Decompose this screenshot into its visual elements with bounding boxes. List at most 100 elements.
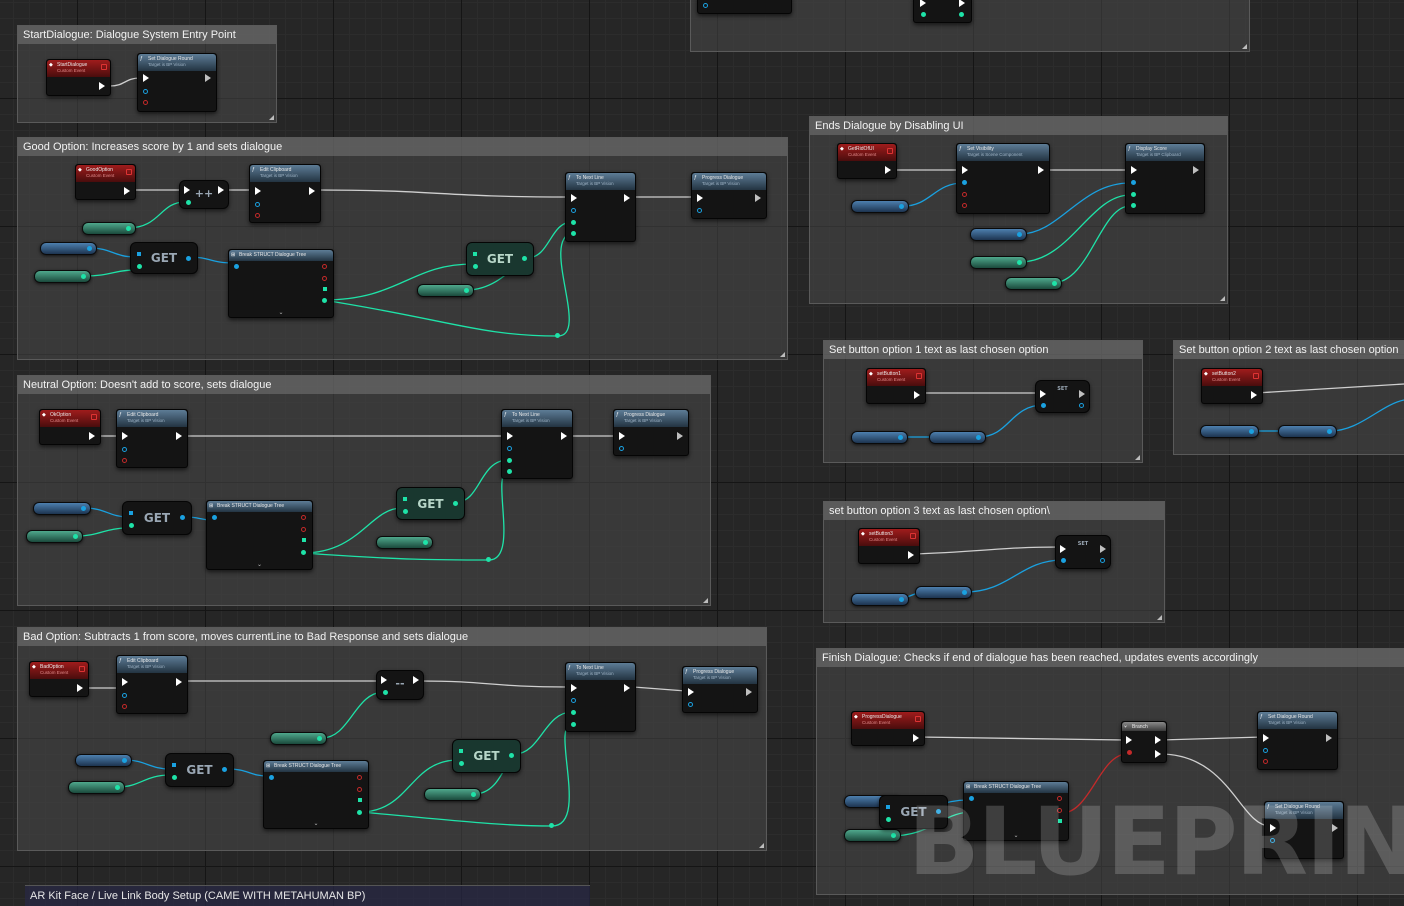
output-pin[interactable] <box>899 204 904 209</box>
delegate-pin[interactable] <box>910 533 916 539</box>
output-pin[interactable] <box>115 785 120 790</box>
event-node-get-rid-of-ui[interactable]: ◆ GetRidOfUI Custom Event <box>837 143 897 179</box>
exec-false-pin[interactable] <box>1155 750 1161 758</box>
output-pin[interactable] <box>122 758 127 763</box>
output-pin[interactable] <box>1327 429 1332 434</box>
output-pin[interactable] <box>81 506 86 511</box>
output-pin[interactable] <box>323 287 327 291</box>
exec-out-pin[interactable] <box>1193 166 1199 174</box>
exec-in-pin[interactable] <box>920 0 926 7</box>
exec-out-pin[interactable] <box>746 688 752 696</box>
exec-out-pin[interactable] <box>77 684 83 692</box>
delegate-pin[interactable] <box>126 169 132 175</box>
output-pin[interactable] <box>358 798 362 802</box>
variable-node[interactable] <box>82 222 136 235</box>
input-pin[interactable] <box>122 458 127 463</box>
exec-out-pin[interactable] <box>885 166 891 174</box>
array-in-pin[interactable] <box>172 763 176 767</box>
exec-in-pin[interactable] <box>688 688 694 696</box>
variable-node[interactable] <box>40 242 97 255</box>
output-pin[interactable] <box>322 298 327 303</box>
exec-out-pin[interactable] <box>755 194 761 202</box>
variable-node[interactable] <box>851 593 909 606</box>
index-in-pin[interactable] <box>172 775 177 780</box>
exec-in-pin[interactable] <box>1126 736 1132 744</box>
output-pin[interactable] <box>322 264 327 269</box>
comment-title[interactable]: Ends Dialogue by Disabling UI <box>810 117 1227 135</box>
exec-in-pin[interactable] <box>122 678 128 686</box>
get-array-node[interactable]: GET <box>165 753 234 787</box>
set-variable-node[interactable]: SET <box>1035 380 1090 413</box>
input-pin[interactable] <box>703 3 708 8</box>
exec-true-pin[interactable] <box>1155 736 1161 744</box>
exec-out-pin[interactable] <box>624 684 630 692</box>
output-pin[interactable] <box>453 501 458 506</box>
output-pin[interactable] <box>898 435 903 440</box>
exec-out-pin[interactable] <box>124 187 130 195</box>
delegate-pin[interactable] <box>1253 373 1259 379</box>
exec-in-pin[interactable] <box>381 676 387 684</box>
variable-node[interactable] <box>417 284 474 297</box>
input-pin[interactable] <box>122 704 127 709</box>
delegate-pin[interactable] <box>915 716 921 722</box>
variable-node[interactable] <box>1005 277 1062 290</box>
variable-node[interactable] <box>929 431 986 444</box>
event-node-bad-option[interactable]: ◆ BadOption Custom Event <box>29 661 89 697</box>
func-node-edit-clipboard[interactable]: ƒ Edit Clipboard Target is BP Vision <box>116 409 188 468</box>
exec-in-pin[interactable] <box>1060 545 1066 553</box>
input-pin[interactable] <box>255 213 260 218</box>
func-node-to-next-line[interactable]: ƒ To Next Line Target is BP Vision <box>565 172 636 242</box>
output-pin[interactable] <box>302 538 306 542</box>
output-pin[interactable] <box>301 550 306 555</box>
reroute-node[interactable] <box>486 557 491 562</box>
get-array-node[interactable]: GET <box>452 739 521 773</box>
array-in-pin[interactable] <box>403 497 407 501</box>
index-in-pin[interactable] <box>473 264 478 269</box>
exec-in-pin[interactable] <box>1131 166 1137 174</box>
exec-in-pin[interactable] <box>1263 734 1269 742</box>
output-pin[interactable] <box>509 753 514 758</box>
exec-out-pin[interactable] <box>309 187 315 195</box>
func-node-set-dialogue-round[interactable]: ƒ Set Dialogue Round Target is BP Vision <box>1257 711 1338 770</box>
target-pin[interactable] <box>688 702 693 707</box>
comment-title[interactable]: Set button option 2 text as last chosen … <box>1174 341 1404 359</box>
comment-box-arkit[interactable]: AR Kit Face / Live Link Body Setup (CAME… <box>25 885 590 906</box>
output-pin[interactable] <box>87 246 92 251</box>
resize-grip[interactable] <box>1157 615 1162 620</box>
event-node-ok-option[interactable]: ◆ OkOption Custom Event <box>39 409 101 445</box>
target-pin[interactable] <box>143 89 148 94</box>
output-pin[interactable] <box>180 515 185 520</box>
input-pin[interactable] <box>571 231 576 236</box>
index-in-pin[interactable] <box>886 817 891 822</box>
output-pin[interactable] <box>357 775 362 780</box>
comment-title[interactable]: Finish Dialogue: Checks if end of dialog… <box>817 649 1404 667</box>
exec-in-pin[interactable] <box>962 166 968 174</box>
array-in-pin[interactable] <box>886 805 890 809</box>
target-pin[interactable] <box>122 693 127 698</box>
output-pin[interactable] <box>317 736 322 741</box>
reroute-node[interactable] <box>555 333 560 338</box>
value-out-pin[interactable] <box>1079 403 1084 408</box>
delegate-pin[interactable] <box>101 64 107 70</box>
delegate-pin[interactable] <box>79 666 85 672</box>
output-pin[interactable] <box>301 527 306 532</box>
index-in-pin[interactable] <box>129 523 134 528</box>
resize-grip[interactable] <box>269 115 274 120</box>
get-array-node[interactable]: GET <box>466 242 534 276</box>
output-pin[interactable] <box>471 792 476 797</box>
input-pin[interactable] <box>507 458 512 463</box>
target-pin[interactable] <box>619 446 624 451</box>
reroute-node[interactable] <box>549 823 554 828</box>
exec-in-pin[interactable] <box>697 194 703 202</box>
input-pin[interactable] <box>571 722 576 727</box>
target-pin[interactable] <box>1263 748 1268 753</box>
index-in-pin[interactable] <box>137 264 142 269</box>
variable-node[interactable] <box>970 256 1027 269</box>
output-pin[interactable] <box>357 810 362 815</box>
func-node-set-visibility[interactable]: ƒ Set Visibility Target is Scene Compone… <box>956 143 1050 214</box>
exec-in-pin[interactable] <box>184 186 190 194</box>
struct-in-pin[interactable] <box>234 264 239 269</box>
event-node-set-button-2[interactable]: ◆ setButton2 Custom Event <box>1201 368 1263 404</box>
expand-arrow-icon[interactable]: ⌄ <box>313 820 318 827</box>
variable-node[interactable] <box>33 502 91 515</box>
